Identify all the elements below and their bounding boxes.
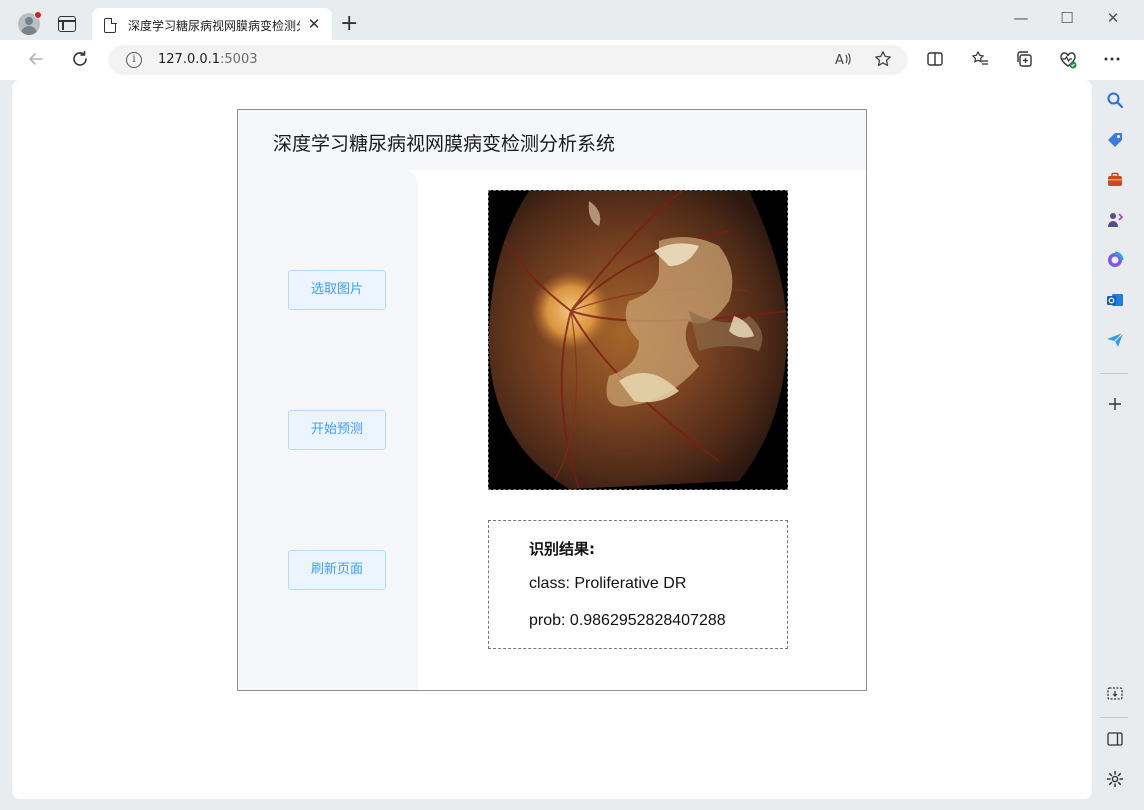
more-icon[interactable]	[1102, 50, 1122, 70]
sidebar-divider	[1100, 373, 1128, 374]
result-panel: 识别结果: class: Proliferative DR prob: 0.98…	[488, 520, 788, 649]
close-window-button[interactable]: ✕	[1103, 8, 1123, 28]
reload-icon	[73, 50, 87, 66]
browser-toolbar: i 127.0.0.1:5003 A	[0, 40, 1144, 80]
sidebar-divider	[1100, 717, 1128, 718]
gear-icon[interactable]	[1105, 770, 1125, 790]
refresh-page-button[interactable]: 刷新页面	[288, 550, 386, 590]
collections-icon[interactable]	[1014, 50, 1034, 70]
info-icon[interactable]: i	[126, 52, 142, 68]
copilot-icon[interactable]	[1105, 251, 1125, 271]
search-icon[interactable]	[1105, 91, 1125, 111]
svg-text:A: A	[835, 53, 844, 68]
select-image-button[interactable]: 选取图片	[288, 270, 386, 310]
url-port: :5003	[220, 52, 258, 67]
page-viewport: 深度学习糖尿病视网膜病变检测分析系统 选取图片 开始预测 刷新页面 识别结果: …	[12, 80, 1092, 799]
app-header: 深度学习糖尿病视网膜病变检测分析系统	[238, 110, 866, 170]
fundus-image-preview	[488, 190, 788, 490]
tab-close-icon[interactable]: ✕	[306, 16, 322, 32]
heart-pulse-icon[interactable]	[1058, 50, 1078, 70]
minimize-button[interactable]: —	[1011, 8, 1031, 28]
read-aloud-icon[interactable]: A	[833, 50, 853, 70]
back-button[interactable]	[25, 49, 47, 71]
tools-icon[interactable]	[1105, 171, 1125, 191]
reload-button[interactable]	[69, 49, 91, 71]
sidebar-toggle-icon[interactable]	[1105, 730, 1125, 750]
tab-actions-icon[interactable]	[58, 16, 76, 32]
new-tab-button[interactable]: +	[340, 13, 358, 35]
split-screen-icon[interactable]	[925, 50, 945, 70]
star-icon[interactable]	[873, 50, 893, 70]
retinal-fundus-image	[489, 191, 787, 489]
start-predict-button[interactable]: 开始预测	[288, 410, 386, 450]
browser-tab-active[interactable]: 深度学习糖尿病视网膜病变检测分析系统 ✕	[92, 8, 332, 42]
outlook-icon[interactable]	[1105, 291, 1125, 311]
games-icon[interactable]	[1105, 211, 1125, 231]
url-host: 127.0.0.1	[158, 52, 221, 67]
edge-sidebar	[1094, 80, 1144, 810]
result-probability: prob: 0.9862952828407288	[529, 612, 726, 629]
arrow-left-icon	[29, 53, 43, 65]
send-icon[interactable]	[1105, 331, 1125, 351]
url-text[interactable]: 127.0.0.1:5003	[158, 52, 258, 67]
result-class: class: Proliferative DR	[529, 575, 687, 592]
favorites-list-icon[interactable]	[970, 50, 990, 70]
tab-title: 深度学习糖尿病视网膜病变检测分析系统	[128, 19, 300, 33]
page-icon	[104, 17, 117, 33]
add-icon[interactable]	[1105, 395, 1125, 415]
action-sidebar: 选取图片 开始预测 刷新页面	[238, 170, 418, 690]
result-heading: 识别结果:	[529, 540, 595, 558]
page-title: 深度学习糖尿病视网膜病变检测分析系统	[273, 133, 616, 155]
shopping-tag-icon[interactable]	[1105, 131, 1125, 151]
screenshot-icon[interactable]	[1105, 685, 1125, 705]
app-container: 深度学习糖尿病视网膜病变检测分析系统 选取图片 开始预测 刷新页面 识别结果: …	[237, 109, 867, 691]
profile-notification-dot	[34, 11, 42, 19]
maximize-button[interactable]: ☐	[1057, 8, 1077, 28]
title-bar: 深度学习糖尿病视网膜病变检测分析系统 ✕ + — ☐ ✕	[0, 0, 1144, 42]
address-bar[interactable]: i 127.0.0.1:5003 A	[108, 45, 908, 75]
